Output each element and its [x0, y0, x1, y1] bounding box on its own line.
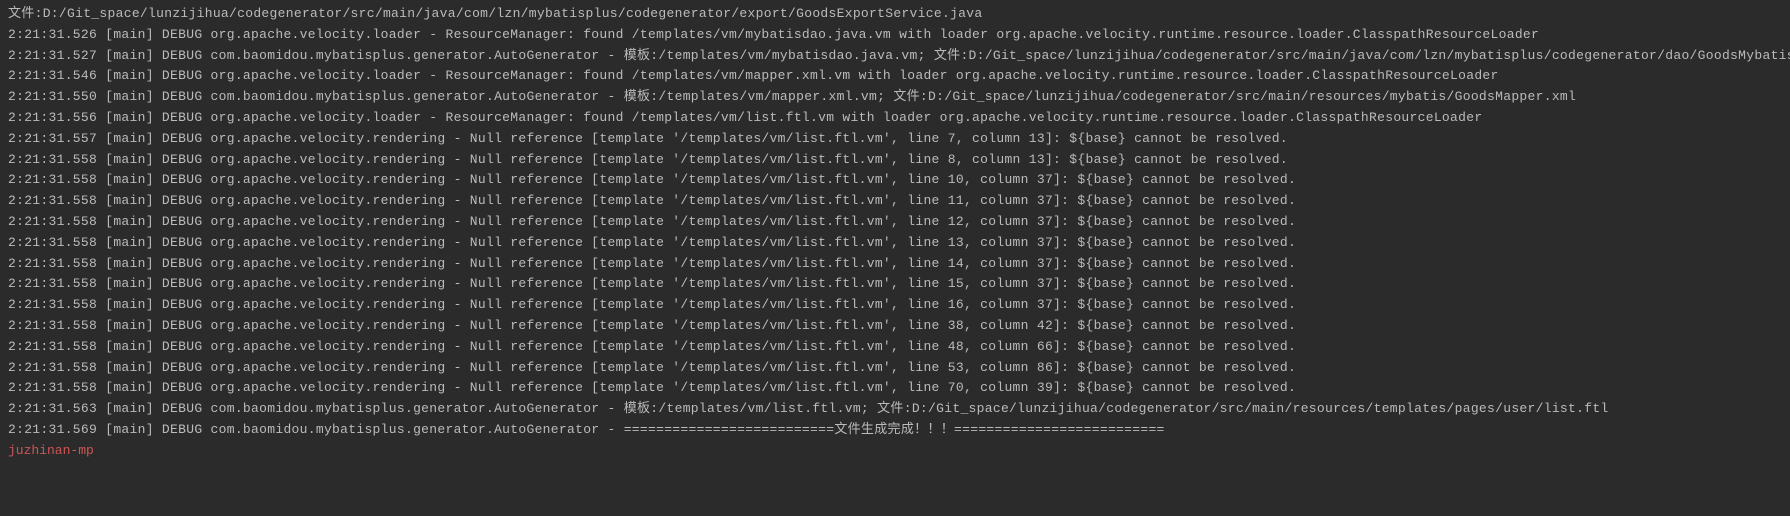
log-line: 2:21:31.558 [main] DEBUG org.apache.velo…	[8, 170, 1782, 191]
log-line: 2:21:31.527 [main] DEBUG com.baomidou.my…	[8, 46, 1782, 67]
console-output[interactable]: 文件:D:/Git_space/lunzijihua/codegenerator…	[8, 4, 1782, 462]
log-line: 2:21:31.558 [main] DEBUG org.apache.velo…	[8, 254, 1782, 275]
log-line: 2:21:31.558 [main] DEBUG org.apache.velo…	[8, 191, 1782, 212]
log-line: 2:21:31.558 [main] DEBUG org.apache.velo…	[8, 150, 1782, 171]
log-line: 2:21:31.558 [main] DEBUG org.apache.velo…	[8, 337, 1782, 358]
log-line: 2:21:31.558 [main] DEBUG org.apache.velo…	[8, 212, 1782, 233]
log-line: 2:21:31.556 [main] DEBUG org.apache.velo…	[8, 108, 1782, 129]
log-line: 2:21:31.550 [main] DEBUG com.baomidou.my…	[8, 87, 1782, 108]
log-line: 2:21:31.563 [main] DEBUG com.baomidou.my…	[8, 399, 1782, 420]
log-line: 2:21:31.569 [main] DEBUG com.baomidou.my…	[8, 420, 1782, 441]
log-line: 2:21:31.558 [main] DEBUG org.apache.velo…	[8, 358, 1782, 379]
log-line: 2:21:31.558 [main] DEBUG org.apache.velo…	[8, 316, 1782, 337]
log-line: 2:21:31.558 [main] DEBUG org.apache.velo…	[8, 295, 1782, 316]
log-header: 文件:D:/Git_space/lunzijihua/codegenerator…	[8, 4, 1782, 25]
log-line: 2:21:31.557 [main] DEBUG org.apache.velo…	[8, 129, 1782, 150]
log-line: 2:21:31.558 [main] DEBUG org.apache.velo…	[8, 378, 1782, 399]
terminal-prompt: juzhinan-mp	[8, 441, 1782, 462]
log-line: 2:21:31.558 [main] DEBUG org.apache.velo…	[8, 233, 1782, 254]
log-line: 2:21:31.546 [main] DEBUG org.apache.velo…	[8, 66, 1782, 87]
log-line: 2:21:31.558 [main] DEBUG org.apache.velo…	[8, 274, 1782, 295]
log-line: 2:21:31.526 [main] DEBUG org.apache.velo…	[8, 25, 1782, 46]
